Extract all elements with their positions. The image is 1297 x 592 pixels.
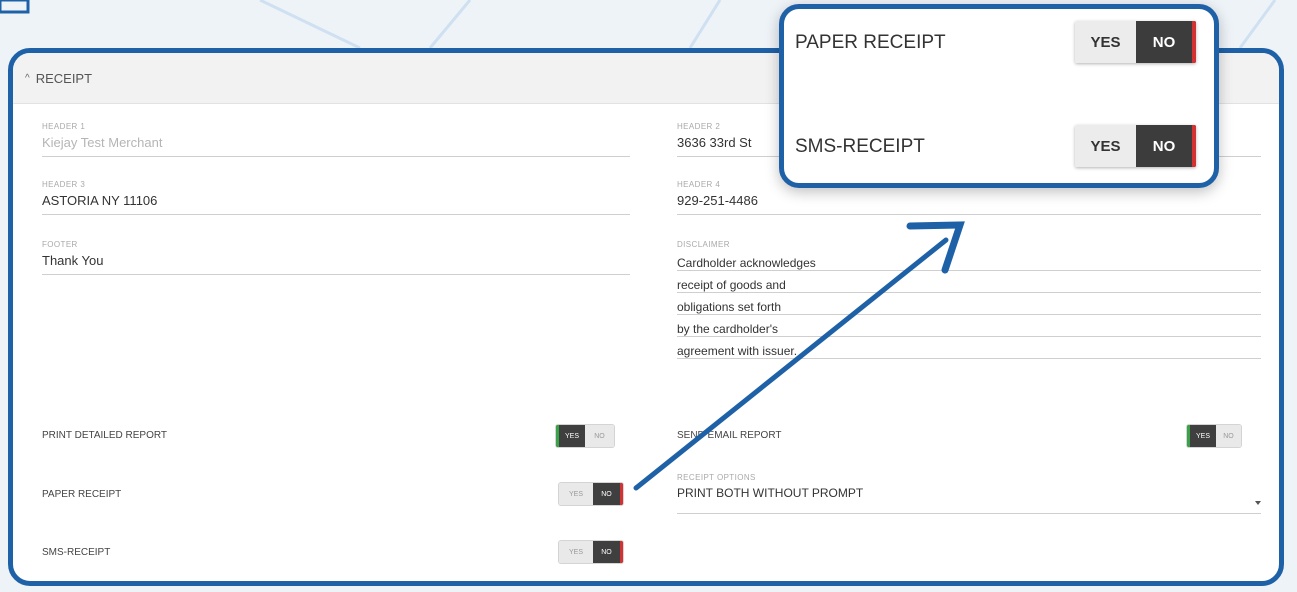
disclaimer-line[interactable]: receipt of goods and — [677, 271, 1261, 293]
zoom-sms-receipt-label: SMS-RECEIPT — [795, 136, 925, 157]
toggle-no-option[interactable]: NO — [593, 541, 623, 563]
receipt-options-value: PRINT BOTH WITHOUT PROMPT — [677, 486, 864, 500]
header3-label: HEADER 3 — [42, 180, 86, 189]
paper-receipt-label: PAPER RECEIPT — [42, 489, 122, 500]
footer-label: FOOTER — [42, 240, 78, 249]
toggle-no-option[interactable]: NO — [1216, 425, 1241, 447]
receipt-options-label: RECEIPT OPTIONS — [677, 473, 756, 482]
disclaimer-line[interactable]: by the cardholder's — [677, 315, 1261, 337]
header1-label: HEADER 1 — [42, 122, 86, 131]
chevron-up-icon: ^ — [25, 72, 30, 84]
zoom-paper-receipt-toggle[interactable]: YES NO — [1075, 21, 1196, 63]
toggle-no-option[interactable]: NO — [593, 483, 623, 505]
zoom-paper-receipt-label: PAPER RECEIPT — [795, 32, 946, 53]
sms-receipt-toggle[interactable]: YES NO — [559, 541, 623, 563]
disclaimer-line[interactable]: agreement with issuer. — [677, 337, 1261, 359]
toggle-yes-option[interactable]: YES — [556, 425, 585, 447]
zoom-callout: PAPER RECEIPT YES NO SMS-RECEIPT YES NO — [779, 4, 1219, 188]
footer-input[interactable]: Thank You — [42, 249, 630, 275]
toggle-no-option[interactable]: NO — [1136, 125, 1196, 167]
toggle-yes-option[interactable]: YES — [559, 483, 593, 505]
send-email-report-label: SEND EMAIL REPORT — [677, 430, 782, 441]
header4-input[interactable]: 929-251-4486 — [677, 189, 1261, 215]
paper-receipt-toggle[interactable]: YES NO — [559, 483, 623, 505]
disclaimer-line[interactable]: Cardholder acknowledges — [677, 249, 1261, 271]
header3-field[interactable]: HEADER 3 ASTORIA NY 11106 — [42, 180, 630, 215]
toggle-no-option[interactable]: NO — [585, 425, 614, 447]
sms-receipt-label: SMS-RECEIPT — [42, 547, 111, 558]
toggle-yes-option[interactable]: YES — [1075, 21, 1136, 63]
footer-field[interactable]: FOOTER Thank You — [42, 240, 630, 275]
corner-logo-icon — [0, 0, 30, 14]
receipt-options-select[interactable]: RECEIPT OPTIONS PRINT BOTH WITHOUT PROMP… — [677, 473, 1261, 514]
print-detailed-report-label: PRINT DETAILED REPORT — [42, 430, 168, 441]
header3-input[interactable]: ASTORIA NY 11106 — [42, 189, 630, 215]
section-title: RECEIPT — [35, 70, 93, 86]
disclaimer-field[interactable]: DISCLAIMER Cardholder acknowledges recei… — [677, 240, 1261, 359]
toggle-no-option[interactable]: NO — [1136, 21, 1196, 63]
toggle-yes-option[interactable]: YES — [1075, 125, 1136, 167]
print-detailed-report-toggle[interactable]: YES NO — [556, 425, 614, 447]
disclaimer-label: DISCLAIMER — [677, 240, 730, 249]
dropdown-arrow-icon[interactable] — [1255, 501, 1261, 505]
toggle-yes-option[interactable]: YES — [1187, 425, 1216, 447]
zoom-sms-receipt-toggle[interactable]: YES NO — [1075, 125, 1196, 167]
header1-input[interactable]: Kiejay Test Merchant — [42, 131, 630, 157]
header1-field[interactable]: HEADER 1 Kiejay Test Merchant — [42, 122, 630, 157]
toggle-yes-option[interactable]: YES — [559, 541, 593, 563]
disclaimer-line[interactable]: obligations set forth — [677, 293, 1261, 315]
send-email-report-toggle[interactable]: YES NO — [1187, 425, 1241, 447]
